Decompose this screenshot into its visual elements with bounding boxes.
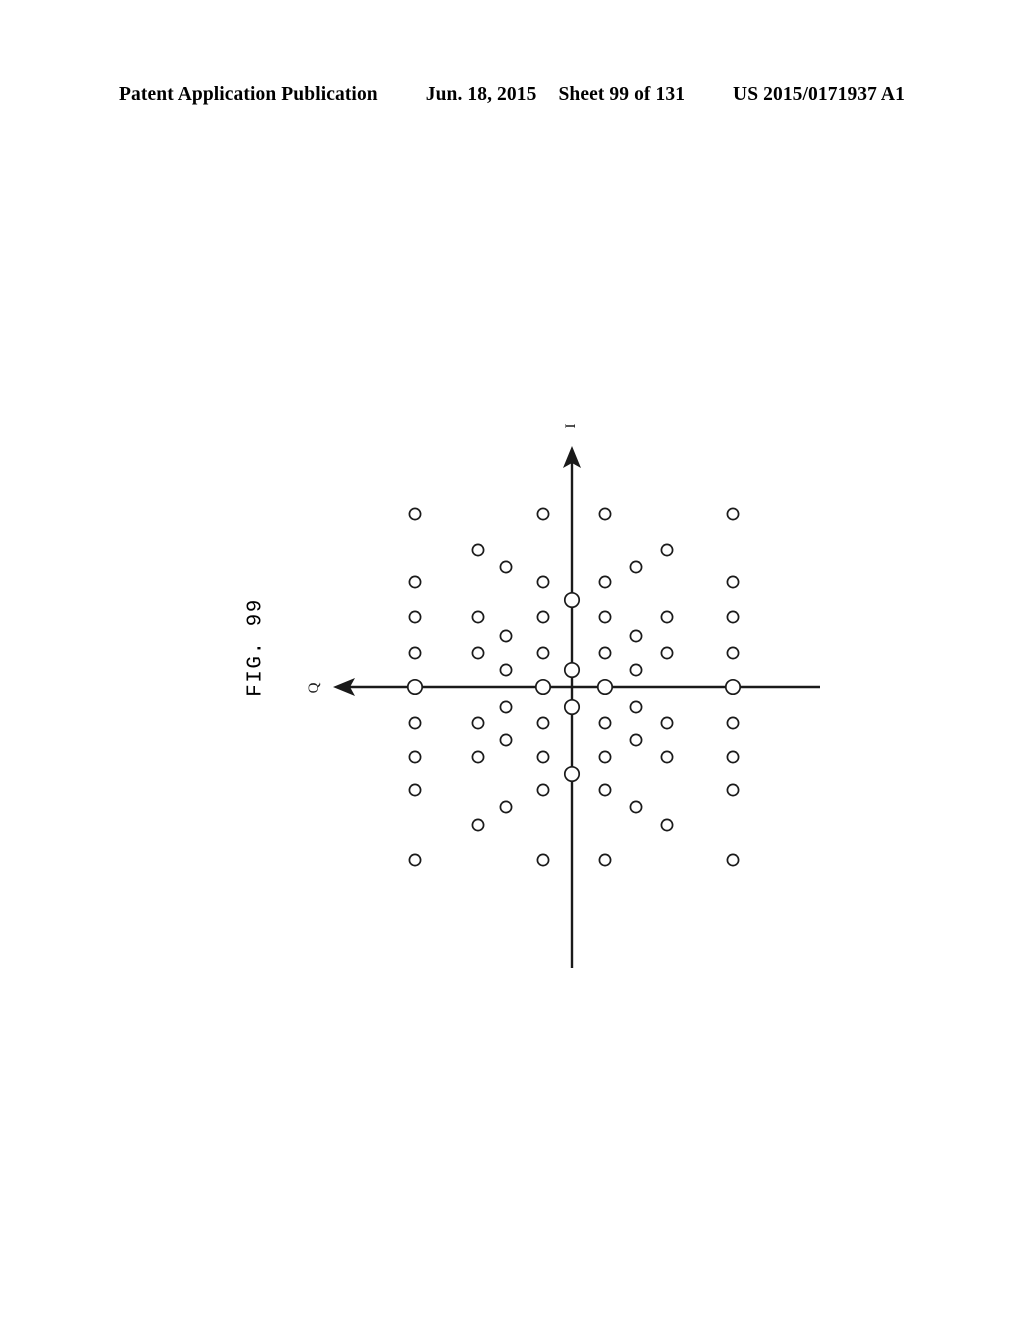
- constellation-point: [726, 610, 740, 624]
- constellation-point-on-axis: [596, 678, 614, 696]
- constellation-point: [536, 853, 550, 867]
- constellation-point: [408, 750, 422, 764]
- constellation-point: [629, 733, 643, 747]
- constellation-point: [408, 575, 422, 589]
- constellation-point: [660, 716, 674, 730]
- constellation-point: [499, 700, 513, 714]
- constellation-point: [536, 783, 550, 797]
- constellation-point: [499, 733, 513, 747]
- constellation-point: [598, 610, 612, 624]
- constellation-point: [408, 853, 422, 867]
- q-axis-label-group: Q: [306, 682, 322, 693]
- constellation-point: [408, 646, 422, 660]
- constellation-point: [536, 716, 550, 730]
- constellation-point: [499, 629, 513, 643]
- constellation-point-on-axis: [563, 661, 581, 679]
- constellation-point: [629, 800, 643, 814]
- constellation-point: [536, 610, 550, 624]
- constellation-point: [536, 646, 550, 660]
- constellation-point: [598, 750, 612, 764]
- constellation-point-on-axis: [563, 765, 581, 783]
- constellation-point: [726, 716, 740, 730]
- constellation-point: [726, 575, 740, 589]
- constellation-point-on-axis: [406, 678, 424, 696]
- constellation-point: [629, 560, 643, 574]
- constellation-point: [598, 646, 612, 660]
- i-axis-label: I: [563, 424, 579, 429]
- constellation-point: [660, 543, 674, 557]
- constellation-point-on-axis: [563, 591, 581, 609]
- constellation-point: [471, 750, 485, 764]
- constellation-point: [726, 853, 740, 867]
- constellation-point: [408, 507, 422, 521]
- constellation-point: [536, 507, 550, 521]
- constellation-point: [536, 750, 550, 764]
- constellation-point: [598, 853, 612, 867]
- constellation-point: [499, 663, 513, 677]
- q-axis-label: Q: [306, 682, 322, 693]
- constellation-point: [471, 543, 485, 557]
- constellation-point: [471, 610, 485, 624]
- constellation-point: [629, 663, 643, 677]
- q-axis: [333, 678, 820, 696]
- constellation-point: [660, 818, 674, 832]
- constellation-point-on-axis: [534, 678, 552, 696]
- constellation-point: [408, 610, 422, 624]
- constellation-point: [660, 646, 674, 660]
- constellation-point: [629, 700, 643, 714]
- i-axis-label-group: I: [563, 424, 579, 429]
- constellation-point: [660, 610, 674, 624]
- constellation-point: [660, 750, 674, 764]
- constellation-point-on-axis: [724, 678, 742, 696]
- constellation-point: [499, 560, 513, 574]
- constellation-point: [598, 716, 612, 730]
- constellation-point: [598, 507, 612, 521]
- constellation-point: [726, 750, 740, 764]
- constellation-point: [471, 818, 485, 832]
- constellation-point: [408, 783, 422, 797]
- constellation-point: [471, 646, 485, 660]
- constellation-point: [598, 783, 612, 797]
- constellation-point: [499, 800, 513, 814]
- constellation-point: [726, 646, 740, 660]
- constellation-point: [408, 716, 422, 730]
- constellation-point: [629, 629, 643, 643]
- constellation-point: [598, 575, 612, 589]
- constellation-point: [726, 783, 740, 797]
- constellation-point: [471, 716, 485, 730]
- constellation-point: [726, 507, 740, 521]
- constellation-svg: I Q: [306, 424, 820, 968]
- constellation-diagram: I Q: [0, 0, 1024, 1320]
- constellation-point: [536, 575, 550, 589]
- constellation-point-on-axis: [563, 698, 581, 716]
